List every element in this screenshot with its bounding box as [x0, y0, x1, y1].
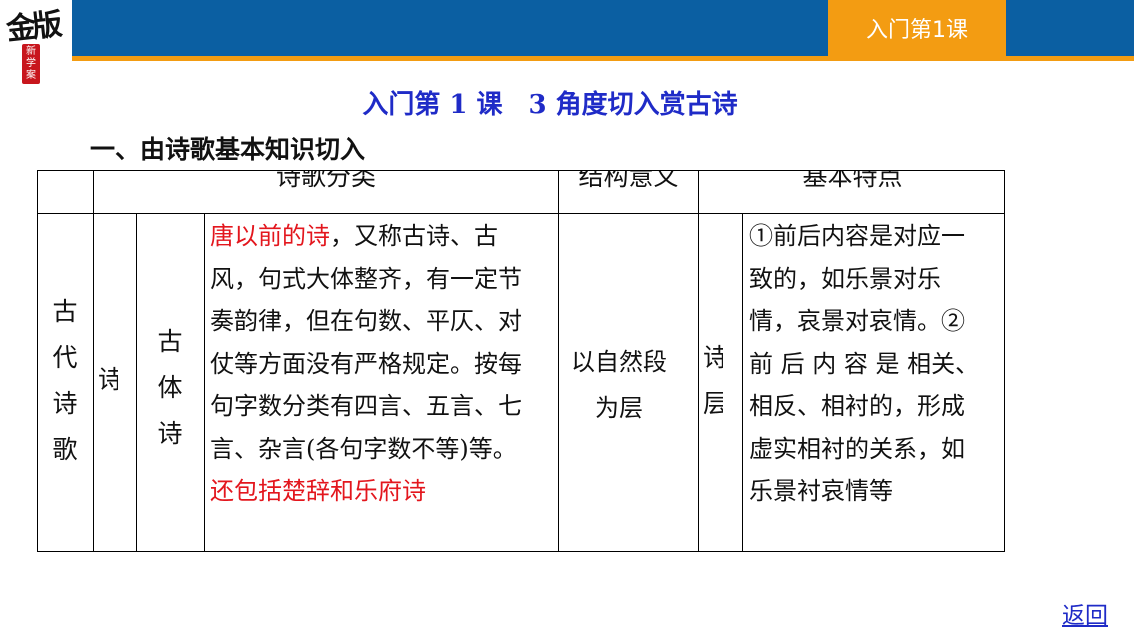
column-divider	[558, 171, 559, 551]
banner-divider	[72, 56, 1134, 61]
logo-seal: 新学案	[22, 44, 40, 84]
highlight-pre-tang: 唐以前的诗	[210, 222, 330, 250]
description-text: ，又称古诗、古风，句式大体整齐，有一定节奏韵律，但在句数、平仄、对仗等方面没有严…	[210, 222, 522, 463]
column-divider	[698, 171, 699, 551]
cell-features: ①前后内容是对应一致的，如乐景对乐情，哀景对哀情。② 前 后 内 容 是 相关、…	[749, 222, 980, 505]
return-link[interactable]: 返回	[1062, 596, 1108, 630]
header-category: 诗歌分类	[275, 170, 376, 191]
knowledge-table: 诗歌分类 结构意义 基本特点 古代诗歌 诗 古体诗 唐以前的诗，又称古诗、古风，…	[37, 170, 1005, 552]
header-divider	[38, 213, 1004, 214]
cell-poem-layer: 诗层	[703, 335, 723, 427]
header-structure: 结构意义	[578, 170, 679, 191]
column-divider	[93, 171, 94, 551]
logo-text: 金版	[4, 7, 61, 48]
column-divider	[742, 213, 743, 551]
header-features: 基本特点	[802, 170, 903, 191]
page-title: 入门第 1 课 3 角度切入赏古诗	[362, 90, 738, 120]
cell-ancient-poetry: 古代诗歌	[52, 297, 78, 464]
lesson-tab[interactable]: 入门第1课	[828, 0, 1006, 56]
column-divider	[204, 213, 205, 551]
cell-description: 唐以前的诗，又称古诗、古风，句式大体整齐，有一定节奏韵律，但在句数、平仄、对仗等…	[210, 215, 536, 525]
cell-poem: 诗	[98, 357, 118, 403]
column-divider	[136, 213, 137, 551]
section-heading: 一、由诗歌基本知识切入	[90, 135, 366, 164]
highlight-chuci-yuefu: 还包括楚辞和乐府诗	[210, 477, 426, 505]
cell-ancient-style-poem: 古体诗	[157, 327, 183, 448]
cell-structure: 以自然段为层	[571, 348, 667, 422]
